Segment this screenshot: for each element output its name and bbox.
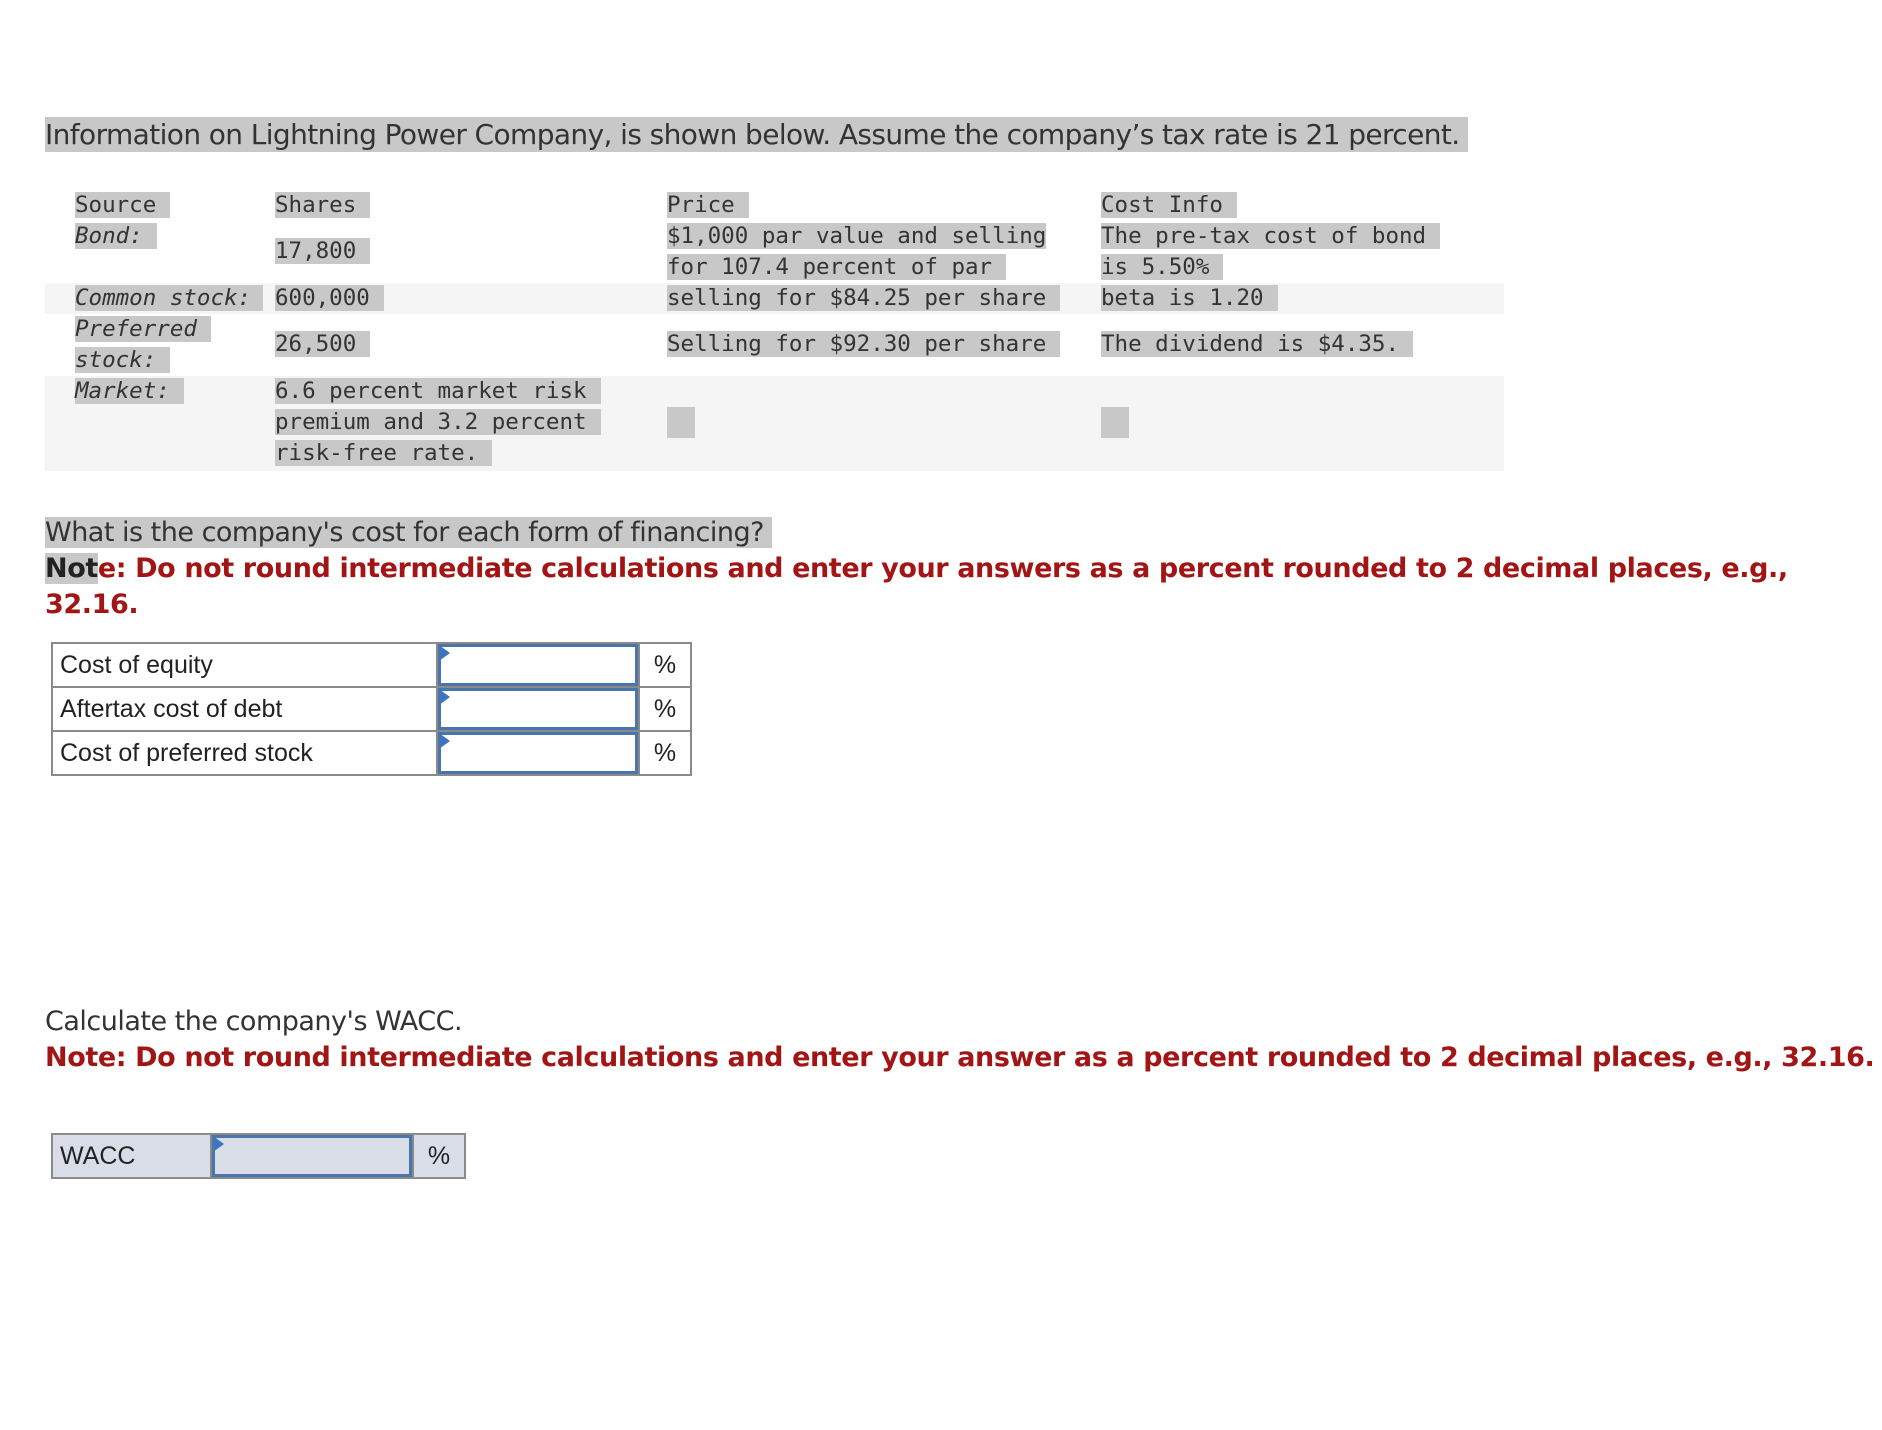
info-row-bond: Bond: 17,800 $1,000 par value and sellin… bbox=[45, 221, 1504, 283]
source-preferred-line1: Preferred bbox=[75, 316, 211, 342]
question-wacc: Calculate the company's WACC. Note: Do n… bbox=[45, 1004, 1875, 1076]
percent-unit: % bbox=[638, 642, 692, 688]
price-common-stock: selling for $84.25 per share bbox=[667, 285, 1061, 311]
cost-of-equity-input[interactable] bbox=[438, 644, 638, 686]
shares-market-line2: premium and 3.2 percent bbox=[275, 409, 601, 435]
aftertax-cost-of-debt-input[interactable] bbox=[438, 688, 638, 730]
financing-costs-answer-table: Cost of equity % Aftertax cost of debt %… bbox=[51, 642, 692, 776]
answer-row-wacc: WACC % bbox=[51, 1133, 466, 1179]
source-common-stock: Common stock: bbox=[75, 285, 264, 311]
rounding-note: Note: Do not round intermediate calculat… bbox=[45, 551, 1882, 623]
note-text: e: Do not round intermediate calculation… bbox=[45, 553, 1788, 620]
shares-bond: 17,800 bbox=[275, 238, 371, 264]
intro-text: Information on Lightning Power Company, … bbox=[45, 117, 1468, 152]
header-cost-info: Cost Info bbox=[1101, 192, 1237, 218]
shares-market-line3: risk-free rate. bbox=[275, 440, 493, 466]
wacc-answer-table: WACC % bbox=[51, 1133, 466, 1179]
price-market-empty bbox=[667, 407, 695, 438]
question-financing-costs: What is the company's cost for each form… bbox=[45, 515, 1882, 623]
answer-row-aftertax-cost-of-debt: Aftertax cost of debt % bbox=[51, 686, 692, 732]
percent-unit: % bbox=[638, 686, 692, 732]
wacc-input[interactable] bbox=[212, 1135, 412, 1177]
percent-unit: % bbox=[638, 730, 692, 776]
question-text: What is the company's cost for each form… bbox=[45, 517, 772, 548]
percent-unit: % bbox=[412, 1133, 466, 1179]
answer-label: Cost of equity bbox=[51, 642, 438, 688]
answer-label: Cost of preferred stock bbox=[51, 730, 438, 776]
shares-preferred-stock: 26,500 bbox=[275, 331, 371, 357]
answer-row-cost-of-preferred-stock: Cost of preferred stock % bbox=[51, 730, 692, 776]
answer-label: Aftertax cost of debt bbox=[51, 686, 438, 732]
cost-bond-line1: The pre-tax cost of bond bbox=[1101, 223, 1441, 249]
wacc-label: WACC bbox=[51, 1133, 212, 1179]
source-bond: Bond: bbox=[75, 223, 157, 249]
cost-market-empty bbox=[1101, 407, 1129, 438]
cost-preferred-stock: The dividend is $4.35. bbox=[1101, 331, 1414, 357]
wacc-rounding-note: Note: Do not round intermediate calculat… bbox=[45, 1042, 1875, 1073]
price-bond-line2: for 107.4 percent of par bbox=[667, 254, 1007, 280]
answer-row-cost-of-equity: Cost of equity % bbox=[51, 642, 692, 688]
wacc-question-text: Calculate the company's WACC. bbox=[45, 1006, 463, 1037]
price-bond-line1: $1,000 par value and selling bbox=[667, 223, 1047, 249]
price-preferred-stock: Selling for $92.30 per share bbox=[667, 331, 1061, 357]
shares-market-line1: 6.6 percent market risk bbox=[275, 378, 601, 404]
cost-bond-line2: is 5.50% bbox=[1101, 254, 1224, 280]
cost-of-preferred-stock-input[interactable] bbox=[438, 732, 638, 774]
company-info-table: Source Shares Price Cost Info Bond: 17,8… bbox=[45, 190, 1504, 471]
info-row-common-stock: Common stock: 600,000 selling for $84.25… bbox=[45, 283, 1504, 314]
cost-common-stock: beta is 1.20 bbox=[1101, 285, 1278, 311]
info-row-preferred-stock: Preferred stock: 26,500 Selling for $92.… bbox=[45, 314, 1504, 376]
info-header-row: Source Shares Price Cost Info bbox=[45, 190, 1504, 221]
info-row-market: Market: 6.6 percent market risk premium … bbox=[45, 376, 1504, 471]
source-market: Market: bbox=[75, 378, 184, 404]
header-shares: Shares bbox=[275, 192, 371, 218]
header-price: Price bbox=[667, 192, 749, 218]
shares-common-stock: 600,000 bbox=[275, 285, 384, 311]
note-prefix: Not bbox=[45, 553, 98, 584]
header-source: Source bbox=[75, 192, 171, 218]
source-preferred-line2: stock: bbox=[75, 347, 171, 373]
